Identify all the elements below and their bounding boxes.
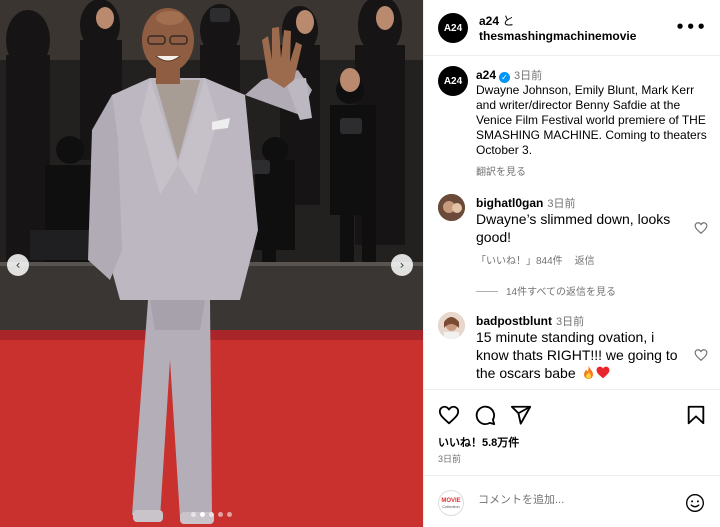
caption-time[interactable]: 3日前 — [514, 70, 542, 82]
caption-header: a24 ✓ 3日前 — [476, 67, 542, 83]
comment-text: 15 minute standing ovation, i know thats… — [476, 329, 678, 381]
add-comment-bar: MOVIE Collection — [424, 475, 720, 527]
header-connector: と — [499, 14, 515, 28]
more-icon: ••• — [675, 18, 707, 36]
post-time[interactable]: 3日前 — [438, 452, 461, 465]
comment-icon[interactable] — [474, 404, 496, 426]
comment-input[interactable] — [478, 494, 668, 506]
heart-icon[interactable] — [438, 404, 460, 426]
caption-avatar[interactable]: A24 — [438, 66, 468, 96]
fire-emoji — [583, 366, 593, 379]
view-replies-button[interactable]: 14件すべての返信を見る — [476, 283, 616, 298]
post-photo[interactable]: ‹ › — [0, 0, 423, 527]
caption-username[interactable]: a24 — [476, 68, 496, 82]
likes-count[interactable]: いいね！5.8万件 — [438, 434, 519, 450]
caption-text: Dwayne Johnson, Emily Blunt, Mark Kerr a… — [476, 83, 707, 157]
comment-like-heart-icon[interactable] — [694, 221, 708, 235]
bookmark-icon[interactable] — [685, 404, 707, 426]
carousel-dot — [227, 512, 232, 517]
reply-button[interactable]: 返信 — [575, 256, 595, 267]
comment-time[interactable]: 3日前 — [547, 198, 575, 210]
post-header: A24 a24 と thesmashingmachinemovie ••• — [424, 0, 720, 56]
heart-emoji — [596, 366, 609, 379]
comment-text: Dwayne’s slimmed down, looks good! — [476, 211, 671, 245]
commenter-avatar[interactable] — [438, 312, 465, 339]
replies-divider — [476, 291, 498, 292]
carousel-next-button[interactable]: › — [391, 254, 413, 276]
carousel-dot — [209, 512, 214, 517]
smile-icon[interactable] — [685, 493, 705, 513]
carousel-indicator — [0, 512, 423, 517]
carousel-dot — [218, 512, 223, 517]
header-account-a24[interactable]: a24 — [479, 14, 499, 28]
comment-likes-count[interactable]: 「いいね！」844件 — [476, 256, 563, 267]
comment-like-heart-icon[interactable] — [694, 348, 708, 362]
header-account-collab[interactable]: thesmashingmachinemovie — [479, 29, 636, 43]
comment-header: bighatl0gan 3日前 — [476, 195, 575, 211]
header-account-line: a24 と — [479, 12, 514, 29]
chevron-right-icon: › — [399, 258, 405, 272]
comment-header: badpostblunt 3日前 — [476, 313, 584, 329]
comment-time[interactable]: 3日前 — [556, 316, 584, 328]
current-user-avatar: MOVIE Collection — [438, 490, 464, 516]
share-icon[interactable] — [510, 404, 532, 426]
chevron-left-icon: ‹ — [15, 258, 21, 272]
avatar-image — [438, 194, 465, 221]
carousel-prev-button[interactable]: ‹ — [7, 254, 29, 276]
a24-avatar[interactable]: A24 — [438, 13, 468, 43]
post-side-panel: A24 a24 と thesmashingmachinemovie ••• A2… — [423, 0, 720, 527]
comment-username[interactable]: badpostblunt — [476, 314, 552, 328]
carousel-dot — [200, 512, 205, 517]
verified-icon: ✓ — [499, 72, 511, 83]
more-options-button[interactable]: ••• — [675, 18, 707, 36]
comment-body: 15 minute standing ovation, i know thats… — [476, 328, 688, 382]
view-replies-label: 14件すべての返信を見る — [506, 287, 617, 298]
comment-meta: 「いいね！」844件 返信 — [476, 252, 607, 267]
commenter-avatar[interactable] — [438, 194, 465, 221]
avatar-logo-line2: Collection — [442, 503, 460, 509]
carousel-dot — [191, 512, 196, 517]
avatar-image — [438, 312, 465, 339]
photo-image — [0, 0, 423, 527]
translate-link[interactable]: 翻訳を見る — [476, 163, 526, 178]
comment-username[interactable]: bighatl0gan — [476, 196, 543, 210]
